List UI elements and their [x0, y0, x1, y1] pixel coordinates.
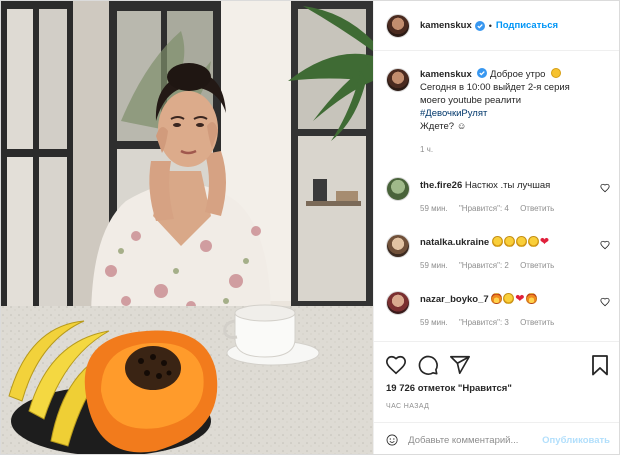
bookmark-icon[interactable]	[590, 354, 610, 376]
caption-line-3: моего youtube реалити	[420, 95, 522, 106]
comment-meta: 59 мин. "Нравится": 3 Ответить	[420, 316, 600, 329]
comment-input[interactable]	[408, 434, 541, 446]
emoji-icon[interactable]	[386, 430, 398, 450]
comment-heart-icon[interactable]	[600, 183, 610, 193]
commenter-avatar[interactable]	[386, 177, 410, 201]
comment-likes[interactable]: "Нравится": 3	[459, 318, 509, 327]
commenter-avatar[interactable]	[386, 234, 410, 258]
commenter-avatar[interactable]	[386, 291, 410, 315]
likes-number: 19 726	[386, 383, 416, 394]
comment-reply-button[interactable]: Ответить	[520, 204, 554, 213]
photo-illustration	[1, 1, 373, 454]
comment-body: nazar_boyko_7 ❤ 59 мин. "Нравится": 3 От…	[420, 291, 600, 329]
commenter-username[interactable]: the.fire26	[420, 180, 462, 191]
red-heart-emoji-icon: ❤	[539, 236, 550, 248]
commenter-username[interactable]: natalka.ukraine	[420, 237, 489, 248]
crying-emoji-icon	[515, 236, 527, 247]
commenter-username[interactable]: nazar_boyko_7	[420, 294, 489, 305]
post-time[interactable]: ЧАС НАЗАД	[386, 403, 429, 410]
comments-list[interactable]: kamenskux Доброе утро Сегодня в 10:00 вы…	[374, 52, 619, 339]
post-photo[interactable]	[1, 1, 373, 454]
comment-time[interactable]: 59 мин.	[420, 261, 448, 270]
share-icon[interactable]	[449, 354, 471, 376]
comment-likes[interactable]: "Нравится": 4	[459, 204, 509, 213]
add-comment-bar: Опубликовать	[374, 422, 619, 454]
comment-reply-button[interactable]: Ответить	[520, 261, 554, 270]
smiley-emoji-icon	[551, 68, 562, 78]
publish-button[interactable]: Опубликовать	[542, 435, 610, 446]
verified-badge-icon	[477, 68, 488, 78]
verified-badge-icon	[474, 20, 485, 31]
likes-word: отметок "Нравится"	[417, 383, 512, 394]
caption-hashtag[interactable]: #ДевочкиРулят	[420, 108, 487, 119]
caption-author-avatar[interactable]	[386, 68, 410, 92]
comment-time[interactable]: 59 мин.	[420, 318, 448, 327]
red-heart-emoji-icon: ❤	[515, 293, 525, 305]
post-header: kamenskux • Подписаться	[374, 1, 619, 51]
crying-emoji-icon	[491, 236, 503, 247]
post-caption: kamenskux Доброе утро Сегодня в 10:00 вы…	[374, 52, 619, 156]
comment-meta: 59 мин. "Нравится": 4 Ответить	[420, 202, 600, 215]
comment-text: Настюх .ты лучшая	[464, 180, 551, 191]
comment-body: natalka.ukraine ❤ 59 мин. "Нравится": 2 …	[420, 234, 600, 272]
comment-likes[interactable]: "Нравится": 2	[459, 261, 509, 270]
caption-greeting: Доброе утро	[490, 69, 546, 80]
caption-username[interactable]: kamenskux	[420, 69, 472, 80]
comment-icon[interactable]	[417, 354, 439, 376]
crying-emoji-icon	[527, 236, 539, 247]
comment-item: nazar_boyko_7 ❤ 59 мин. "Нравится": 3 От…	[374, 291, 619, 329]
grinning-emoji-icon	[503, 293, 515, 304]
caption-line-5: Ждете? ☺	[420, 121, 467, 132]
comment-time[interactable]: 59 мин.	[420, 204, 448, 213]
heart-icon[interactable]	[385, 354, 407, 376]
author-avatar[interactable]	[386, 13, 410, 38]
comment-heart-icon[interactable]	[600, 297, 610, 307]
caption-line-2: Сегодня в 10:00 выйдет 2-я серия	[420, 82, 570, 93]
author-username[interactable]: kamenskux	[420, 20, 472, 31]
comment-item: the.fire26 Настюх .ты лучшая 59 мин. "Нр…	[374, 177, 619, 215]
fire-emoji-icon	[491, 293, 503, 304]
comment-item: natalka.ukraine ❤ 59 мин. "Нравится": 2 …	[374, 234, 619, 272]
post-actions: 19 726 отметок "Нравится" ЧАС НАЗАД Опуб…	[374, 341, 619, 454]
comment-reply-button[interactable]: Ответить	[520, 318, 554, 327]
separator-dot: •	[488, 20, 492, 31]
action-icons	[385, 354, 481, 376]
caption-body: kamenskux Доброе утро Сегодня в 10:00 вы…	[420, 68, 610, 156]
follow-button[interactable]: Подписаться	[496, 20, 558, 31]
instagram-post: kamenskux • Подписаться kamenskux Доброе…	[0, 0, 620, 455]
crying-emoji-icon	[503, 236, 515, 247]
caption-meta: 1 ч.	[420, 143, 610, 156]
comment-body: the.fire26 Настюх .ты лучшая 59 мин. "Нр…	[420, 177, 600, 215]
likes-count[interactable]: 19 726 отметок "Нравится"	[386, 383, 512, 394]
caption-time[interactable]: 1 ч.	[420, 145, 433, 154]
comment-heart-icon[interactable]	[600, 240, 610, 250]
comment-meta: 59 мин. "Нравится": 2 Ответить	[420, 259, 600, 272]
fire-emoji-icon	[525, 293, 537, 304]
post-details-pane: kamenskux • Подписаться kamenskux Доброе…	[373, 1, 619, 454]
